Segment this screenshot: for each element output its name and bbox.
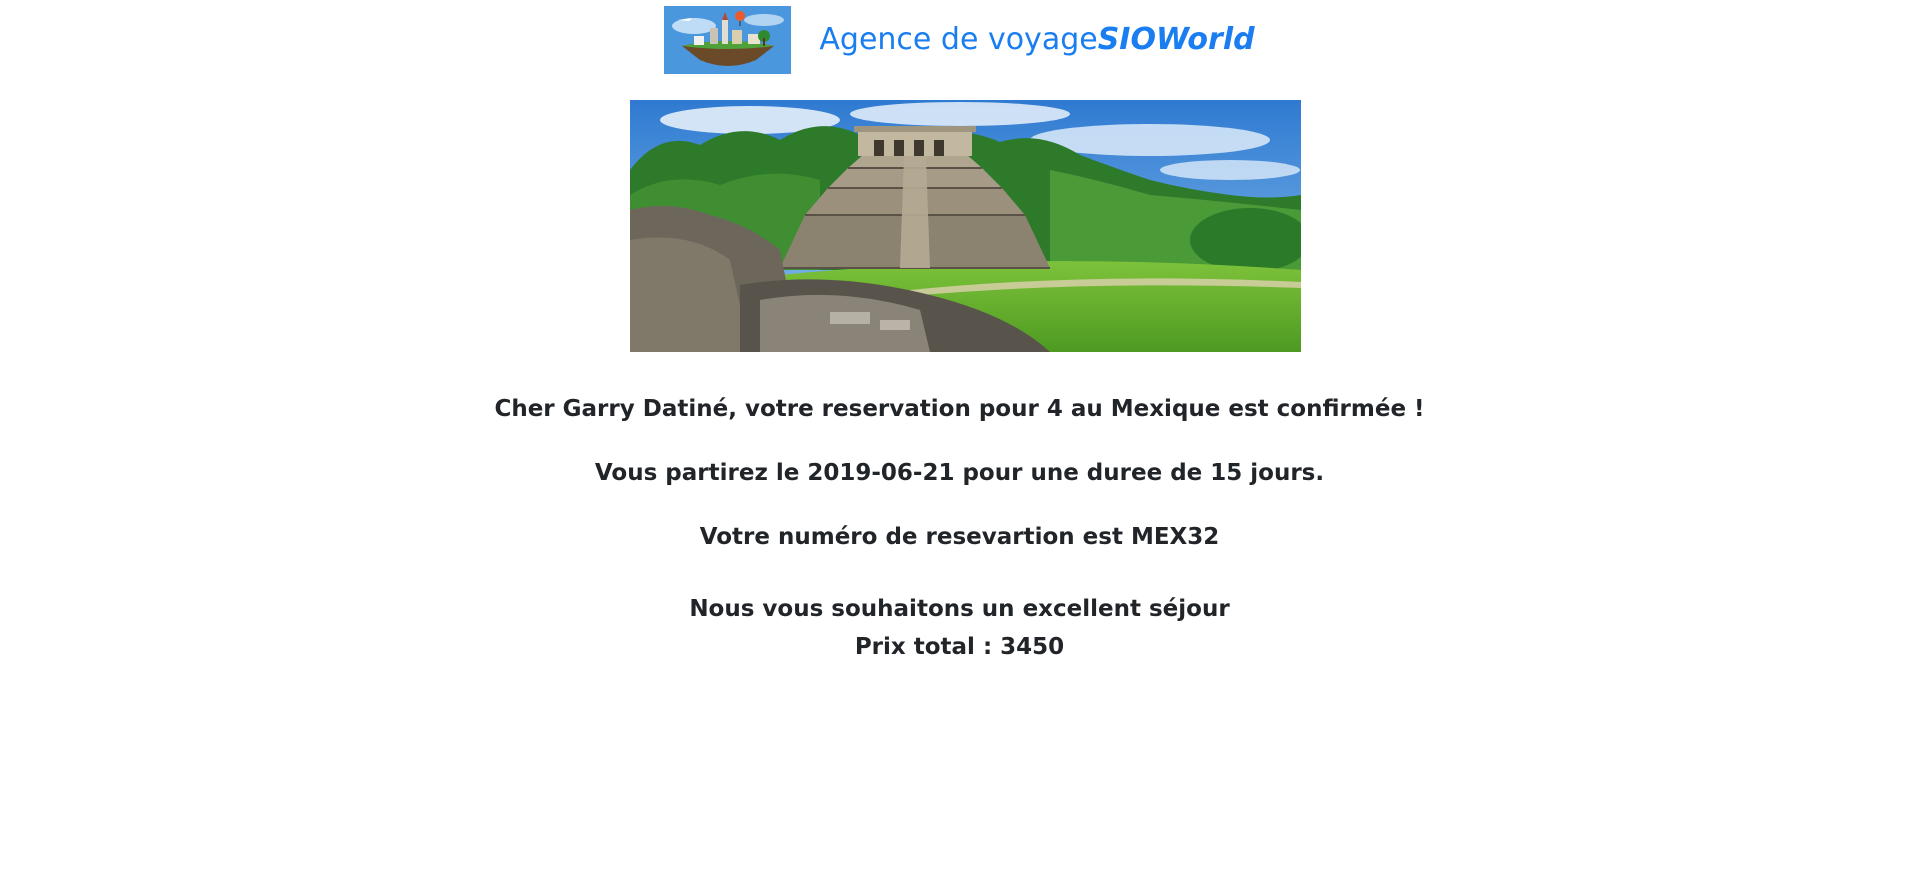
destination-banner-image [630, 100, 1301, 352]
agency-logo [664, 6, 792, 74]
confirmation-message: Cher Garry Datiné, votre reservation pou… [494, 396, 1425, 422]
agency-title: Agence de voyageSIOWorld [819, 25, 1254, 55]
header: Agence de voyageSIOWorld [0, 6, 1919, 74]
reservation-number: Votre numéro de resevartion est MEX32 [699, 524, 1220, 550]
agency-brand-name: SIOWorld [1097, 22, 1255, 57]
departure-details: Vous partirez le 2019-06-21 pour une dur… [594, 460, 1325, 486]
closing-wish: Nous vous souhaitons un excellent séjour [689, 596, 1230, 622]
total-price: Prix total : 3450 [854, 634, 1065, 660]
agency-title-text: Agence de voyage [819, 22, 1098, 57]
page: Agence de voyageSIOWorld Cher Garry Dati… [0, 0, 1919, 888]
